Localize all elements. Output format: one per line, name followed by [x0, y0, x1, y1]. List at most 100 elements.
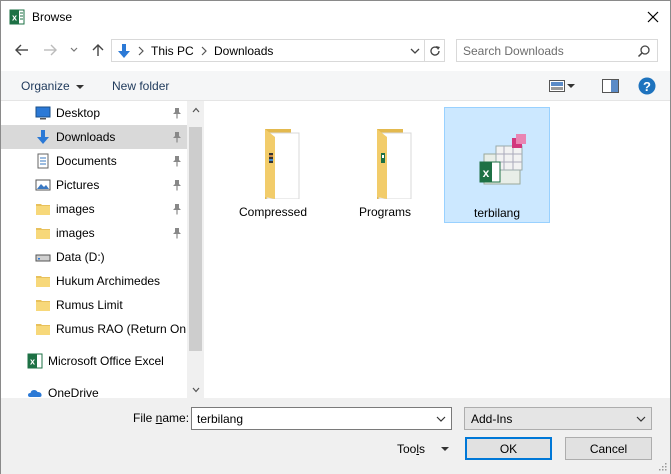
nav-item-images[interactable]: images: [1, 197, 187, 221]
recent-locations-button[interactable]: [65, 41, 83, 59]
caret-down-icon[interactable]: [441, 447, 449, 451]
svg-text:x: x: [483, 166, 490, 180]
folder-icon: [36, 204, 50, 215]
pin-icon: [173, 156, 181, 167]
folder-icon: [36, 276, 50, 287]
file-tile-terbilang[interactable]: x terbilang: [444, 107, 550, 223]
nav-item-hukum-archimedes[interactable]: Hukum Archimedes: [1, 269, 187, 293]
excel-icon: x: [27, 353, 43, 369]
file-type-select[interactable]: Add-Ins: [464, 407, 652, 430]
nav-item-label: images: [56, 226, 95, 240]
nav-item-label: Pictures: [56, 178, 100, 192]
nav-item-label: Data (D:): [56, 250, 105, 264]
chevron-down-icon: [192, 387, 199, 392]
address-bar[interactable]: This PC Downloads: [111, 39, 445, 62]
up-button[interactable]: [89, 41, 107, 59]
folder-icon: [36, 228, 50, 239]
back-button[interactable]: [13, 41, 31, 59]
file-name-value: terbilang: [197, 412, 244, 426]
nav-item-rumus-limit[interactable]: Rumus Limit: [1, 293, 187, 317]
scrollbar-thumb[interactable]: [189, 127, 202, 351]
file-tile-label: terbilang: [473, 206, 521, 220]
organize-label: Organize: [21, 79, 70, 93]
nav-item-label: Desktop: [56, 106, 101, 120]
nav-item-images[interactable]: images: [1, 221, 187, 245]
search-box[interactable]: [456, 39, 658, 62]
navigation-pane-scrollbar[interactable]: [187, 101, 204, 398]
breadcrumb-this-pc[interactable]: This PC: [151, 44, 194, 58]
search-input[interactable]: [463, 43, 633, 58]
tools-label-text: s: [419, 442, 426, 456]
nav-item-label: Microsoft Office Excel: [48, 354, 164, 368]
chevron-right-icon: [138, 46, 144, 56]
command-bar: Organize New folder ?: [1, 71, 670, 101]
new-folder-button[interactable]: New folder: [112, 79, 169, 93]
nav-item-label: Documents: [56, 154, 117, 168]
file-name-dropdown-button[interactable]: [432, 410, 449, 427]
downloads-icon: [118, 44, 130, 58]
preview-pane-icon[interactable]: [602, 79, 619, 93]
chevron-down-icon: [636, 416, 645, 422]
desktop-icon: [35, 106, 51, 120]
file-tile-programs[interactable]: Programs: [332, 107, 438, 223]
window-title: Browse: [32, 10, 73, 24]
bottom-panel: File name: terbilang Add-Ins Tools OK Ca…: [1, 398, 670, 474]
pin-icon: [173, 228, 181, 239]
folder-icon: [36, 324, 50, 335]
file-tile-label: Compressed: [238, 205, 308, 219]
drive-icon: [35, 254, 51, 262]
folder-icon: [36, 300, 50, 311]
close-button[interactable]: [636, 1, 670, 33]
refresh-button[interactable]: [424, 40, 445, 61]
file-tile-label: Programs: [358, 205, 411, 219]
nav-item-data-drive[interactable]: Data (D:): [1, 245, 187, 269]
arrow-right-icon: [44, 44, 57, 56]
chevron-down-icon[interactable]: [408, 44, 422, 58]
pin-icon: [173, 132, 181, 143]
nav-item-label: Rumus Limit: [56, 298, 123, 312]
search-icon[interactable]: [637, 44, 651, 58]
navigation-pane: Desktop Downloads Documents Pictures ima…: [1, 101, 204, 400]
browse-dialog: x Browse This PC Downloads Search Downlo…: [0, 0, 671, 474]
help-icon[interactable]: ?: [638, 77, 656, 95]
arrow-left-icon: [15, 44, 28, 56]
svg-text:?: ?: [643, 79, 651, 94]
view-options-icon[interactable]: [549, 80, 565, 92]
nav-item-rumus-rao[interactable]: Rumus RAO (Return On A: [1, 317, 187, 341]
title-bar: x Browse: [1, 1, 670, 33]
scroll-up-button[interactable]: [187, 101, 204, 118]
file-list: Compressed Programs x terbilang: [204, 101, 670, 398]
cancel-button[interactable]: Cancel: [565, 437, 652, 460]
nav-item-pictures[interactable]: Pictures: [1, 173, 187, 197]
caret-down-icon: [75, 84, 84, 89]
file-name-label: File name:: [133, 411, 189, 425]
forward-button[interactable]: [41, 41, 59, 59]
pin-icon: [173, 180, 181, 191]
breadcrumb-downloads[interactable]: Downloads: [214, 44, 273, 58]
scroll-down-button[interactable]: [187, 381, 204, 398]
pictures-icon: [35, 179, 51, 191]
pin-icon: [173, 108, 181, 119]
nav-item-desktop[interactable]: Desktop: [1, 101, 187, 125]
organize-menu[interactable]: Organize: [21, 79, 84, 93]
nav-item-documents[interactable]: Documents: [1, 149, 187, 173]
nav-item-downloads[interactable]: Downloads: [1, 125, 187, 149]
documents-icon: [37, 153, 49, 169]
chevron-down-icon: [70, 47, 78, 52]
nav-item-label: Rumus RAO (Return On A: [56, 322, 187, 336]
excel-addin-icon: x: [479, 134, 526, 185]
caret-down-icon[interactable]: [567, 84, 575, 88]
file-name-label-text: ame:: [162, 411, 190, 425]
nav-item-microsoft-office-excel[interactable]: x Microsoft Office Excel: [1, 349, 187, 373]
tools-menu[interactable]: Tools: [397, 442, 425, 456]
chevron-right-icon: [201, 46, 207, 56]
folder-icon: [265, 129, 300, 199]
file-name-label-text: File: [133, 411, 156, 425]
file-name-input[interactable]: terbilang: [191, 407, 452, 430]
file-type-value: Add-Ins: [471, 412, 513, 426]
file-type-dropdown-button[interactable]: [632, 410, 649, 427]
file-tile-compressed[interactable]: Compressed: [220, 107, 326, 223]
resize-grip-icon[interactable]: [657, 461, 667, 471]
folder-icon: [377, 129, 412, 199]
ok-button[interactable]: OK: [465, 437, 552, 460]
